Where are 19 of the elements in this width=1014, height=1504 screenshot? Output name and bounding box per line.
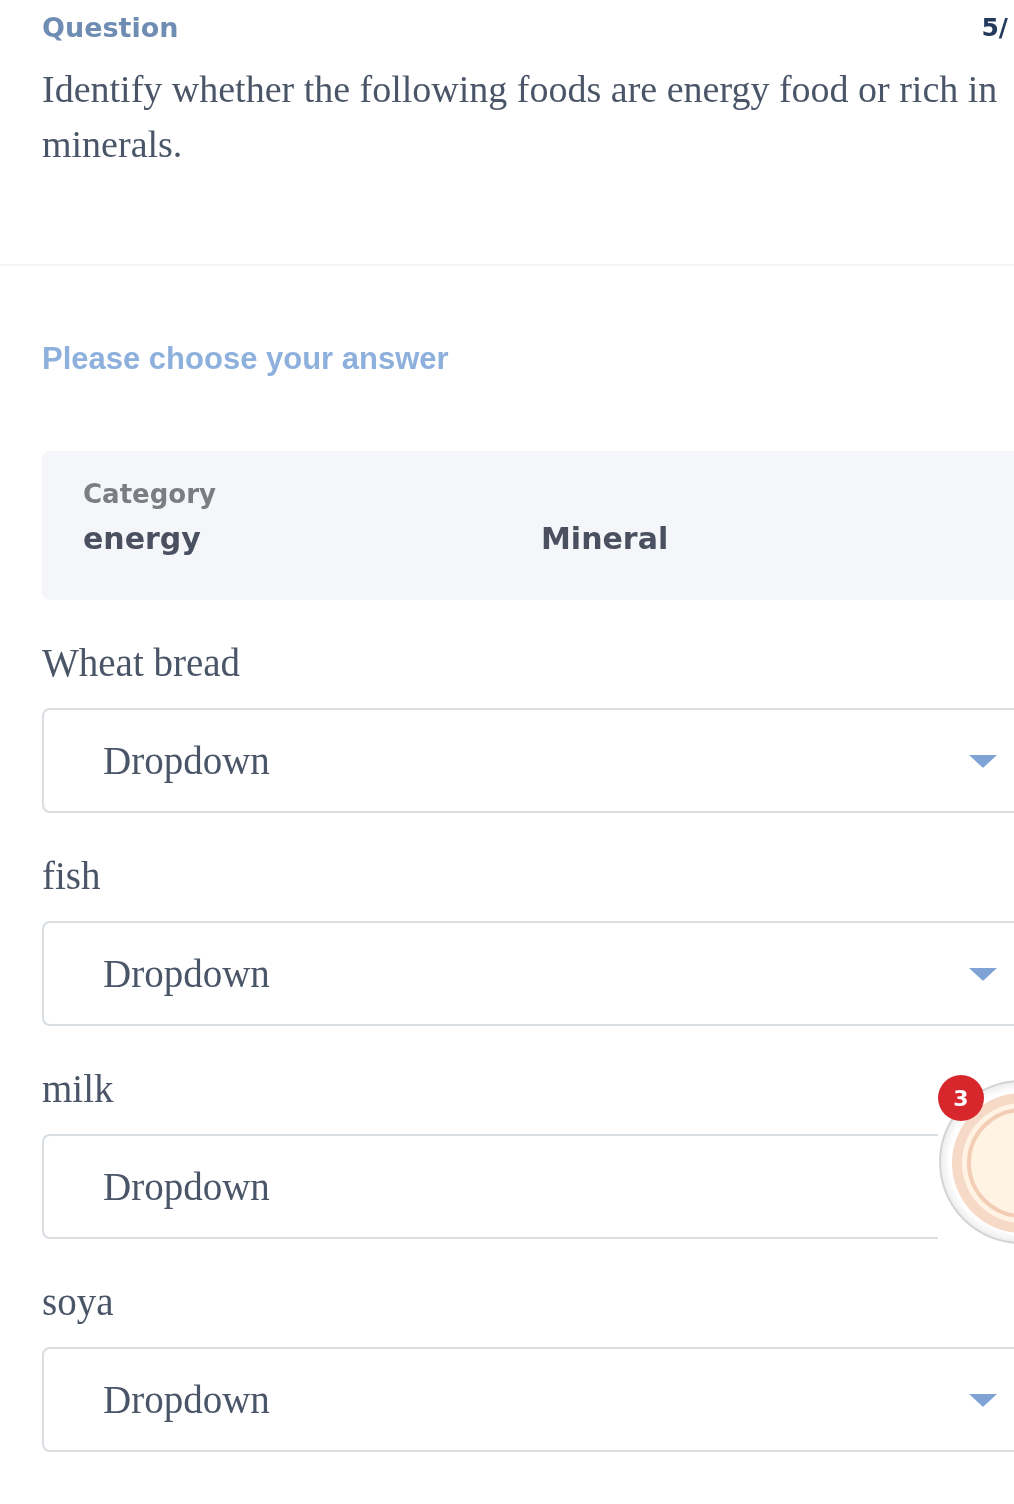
caret-icon bbox=[968, 753, 998, 768]
dropdown-field[interactable]: Dropdown bbox=[42, 1347, 1014, 1452]
category-option: energy bbox=[83, 519, 201, 559]
food-label: milk bbox=[42, 1067, 114, 1111]
caret-icon bbox=[968, 1392, 998, 1407]
food-label: Wheat bread bbox=[42, 641, 241, 685]
dropdown-field[interactable]: Dropdown bbox=[42, 921, 1014, 1026]
category-option: Mineral bbox=[541, 519, 669, 559]
dropdown-field[interactable]: Dropdown bbox=[42, 1134, 938, 1239]
food-label: fish bbox=[42, 854, 101, 898]
food-label: soya bbox=[42, 1280, 114, 1324]
question-text: Identify whether the following foods are energy food or rich in minerals. bbox=[42, 67, 999, 167]
dropdown-field[interactable]: Dropdown bbox=[42, 708, 1014, 813]
caret-icon bbox=[968, 966, 998, 981]
question-heading: Question bbox=[42, 11, 179, 45]
category-title: Category bbox=[83, 478, 216, 511]
instruction-text: Please choose your answer bbox=[42, 341, 449, 377]
notification-badge: 3 bbox=[938, 1075, 984, 1121]
question-counter: 5/ bbox=[981, 12, 1008, 44]
